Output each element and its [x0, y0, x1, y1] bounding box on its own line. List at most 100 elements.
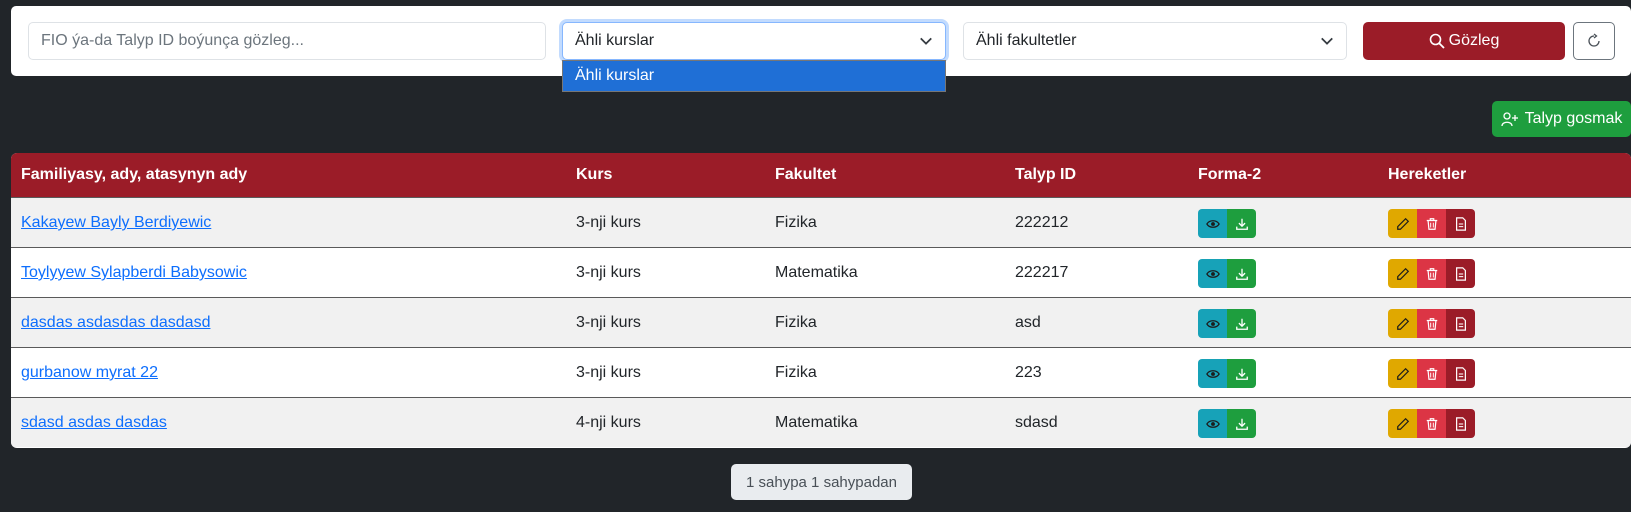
action-buttons [1388, 309, 1475, 338]
student-name-link[interactable]: gurbanow myrat 22 [21, 364, 158, 381]
faculties-select-value: Ähli fakultetler [976, 32, 1077, 49]
eye-icon [1205, 219, 1220, 228]
download-button[interactable] [1227, 309, 1256, 338]
table-row: dasdas asdasdas dasdasd 3-nji kurs Fizik… [11, 297, 1631, 347]
download-button[interactable] [1227, 409, 1256, 438]
delete-button[interactable] [1417, 359, 1446, 388]
forma2-buttons [1198, 259, 1256, 288]
edit-button[interactable] [1388, 209, 1417, 238]
student-name-link[interactable]: Toylyyew Sylapberdi Babysowic [21, 264, 247, 281]
view-button[interactable] [1198, 309, 1227, 338]
pencil-icon [1396, 267, 1409, 280]
eye-icon [1205, 419, 1220, 428]
view-button[interactable] [1198, 359, 1227, 388]
action-buttons [1388, 409, 1475, 438]
student-id-cell: sdasd [1015, 414, 1058, 431]
table-body: Kakayew Bayly Berdiyewic 3-nji kurs Fizi… [11, 197, 1631, 447]
courses-option-all[interactable]: Ähli kurslar [563, 61, 945, 91]
delete-button[interactable] [1417, 259, 1446, 288]
document-button[interactable] [1446, 259, 1475, 288]
document-button[interactable] [1446, 209, 1475, 238]
edit-button[interactable] [1388, 409, 1417, 438]
course-cell: 3-nji kurs [576, 214, 641, 231]
refresh-icon [1588, 33, 1600, 47]
forma2-buttons [1198, 209, 1256, 238]
document-button[interactable] [1446, 309, 1475, 338]
search-button[interactable]: Gözleg [1363, 22, 1565, 60]
view-button[interactable] [1198, 259, 1227, 288]
eye-icon [1205, 369, 1220, 378]
faculty-cell: Matematika [775, 414, 858, 431]
student-name-link[interactable]: Kakayew Bayly Berdiyewic [21, 214, 211, 231]
trash-icon [1426, 267, 1437, 280]
action-buttons [1388, 359, 1475, 388]
document-button[interactable] [1446, 409, 1475, 438]
action-buttons [1388, 209, 1475, 238]
trash-icon [1426, 417, 1437, 430]
header-faculty: Fakultet [775, 166, 837, 183]
document-icon [1455, 266, 1466, 281]
courses-dropdown-list: Ähli kurslar [562, 60, 946, 92]
course-cell: 4-nji kurs [576, 414, 641, 431]
trash-icon [1426, 367, 1437, 380]
table-row: Kakayew Bayly Berdiyewic 3-nji kurs Fizi… [11, 197, 1631, 247]
download-button[interactable] [1227, 209, 1256, 238]
search-input[interactable] [28, 22, 546, 60]
forma2-buttons [1198, 409, 1256, 438]
table-row: gurbanow myrat 22 3-nji kurs Fizika 223 [11, 347, 1631, 397]
delete-button[interactable] [1417, 309, 1446, 338]
faculty-cell: Fizika [775, 214, 817, 231]
trash-icon [1426, 217, 1437, 230]
pencil-icon [1396, 217, 1409, 230]
forma2-buttons [1198, 359, 1256, 388]
header-course: Kurs [576, 166, 613, 183]
course-cell: 3-nji kurs [576, 314, 641, 331]
edit-button[interactable] [1388, 359, 1417, 388]
eye-icon [1205, 319, 1220, 328]
faculty-cell: Fizika [775, 314, 817, 331]
student-id-cell: 222212 [1015, 214, 1069, 231]
document-button[interactable] [1446, 359, 1475, 388]
download-button[interactable] [1227, 359, 1256, 388]
reset-button[interactable] [1573, 22, 1615, 60]
document-icon [1455, 366, 1466, 381]
download-icon [1235, 218, 1248, 230]
header-actions: Hereketler [1388, 166, 1467, 183]
delete-button[interactable] [1417, 209, 1446, 238]
student-id-cell: 223 [1015, 364, 1042, 381]
faculties-select[interactable]: Ähli fakultetler [963, 22, 1347, 60]
chevron-down-icon [1321, 37, 1333, 45]
student-id-cell: asd [1015, 314, 1041, 331]
download-icon [1235, 268, 1248, 280]
add-student-label: Talyp gosmak [1524, 110, 1623, 127]
forma2-buttons [1198, 309, 1256, 338]
students-table: Familiyasy, ady, atasynyn ady Kurs Fakul… [11, 153, 1631, 448]
pagination-info: 1 sahypa 1 sahypadan [731, 464, 912, 500]
student-name-link[interactable]: sdasd asdas dasdas [21, 414, 167, 431]
download-icon [1235, 418, 1248, 430]
edit-button[interactable] [1388, 259, 1417, 288]
person-add-icon [1500, 112, 1518, 127]
delete-button[interactable] [1417, 409, 1446, 438]
pencil-icon [1396, 417, 1409, 430]
eye-icon [1205, 269, 1220, 278]
view-button[interactable] [1198, 209, 1227, 238]
view-button[interactable] [1198, 409, 1227, 438]
document-icon [1455, 416, 1466, 431]
table-row: sdasd asdas dasdas 4-nji kurs Matematika… [11, 397, 1631, 447]
courses-select[interactable]: Ähli kurslar [562, 22, 946, 60]
search-button-label: Gözleg [1448, 32, 1500, 49]
download-button[interactable] [1227, 259, 1256, 288]
student-name-link[interactable]: dasdas asdasdas dasdasd [21, 314, 210, 331]
search-icon [1429, 33, 1445, 49]
table-header: Familiyasy, ady, atasynyn ady Kurs Fakul… [11, 153, 1631, 197]
download-icon [1235, 368, 1248, 380]
courses-select-value: Ähli kurslar [575, 32, 655, 49]
faculty-cell: Fizika [775, 364, 817, 381]
student-id-cell: 222217 [1015, 264, 1069, 281]
edit-button[interactable] [1388, 309, 1417, 338]
header-fullname: Familiyasy, ady, atasynyn ady [21, 166, 248, 183]
add-student-button[interactable]: Talyp gosmak [1492, 101, 1631, 137]
header-forma2: Forma-2 [1198, 166, 1262, 183]
action-buttons [1388, 259, 1475, 288]
